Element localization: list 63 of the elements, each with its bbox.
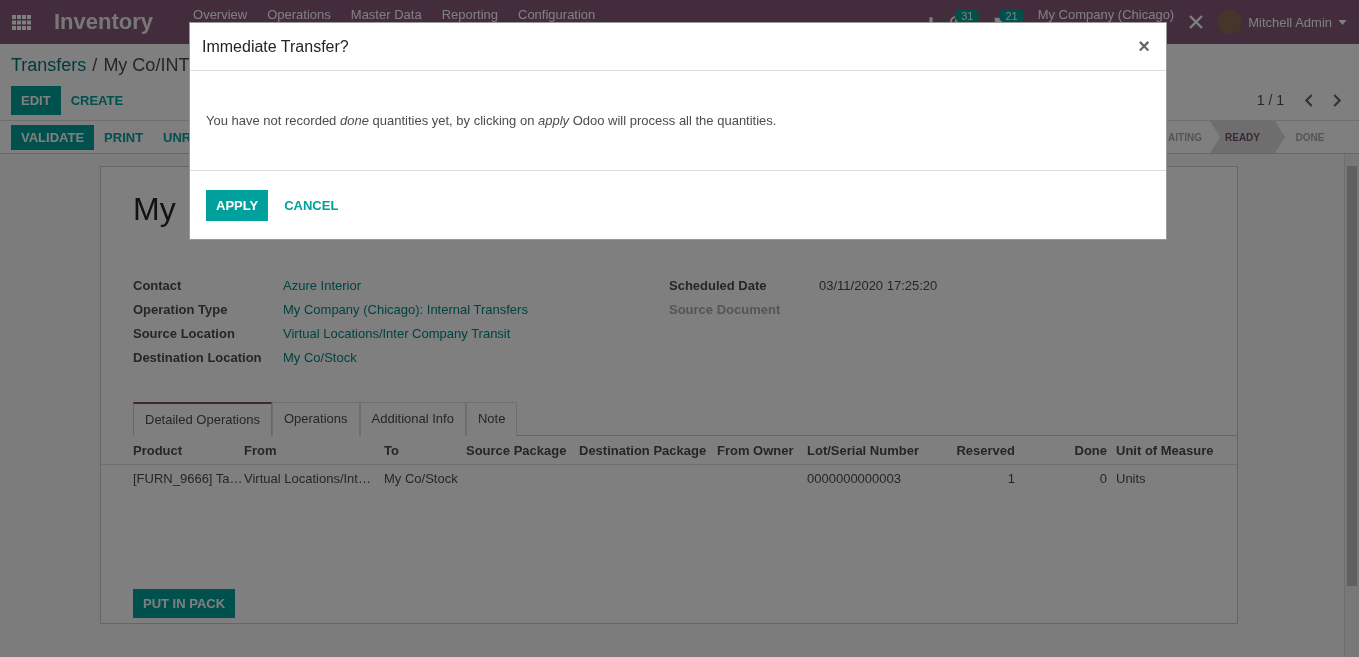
field-label: Source Location <box>133 325 236 341</box>
put-in-pack-button[interactable]: PUT IN PACK <box>133 589 236 618</box>
field-link[interactable]: My Co/Stock <box>283 349 669 365</box>
dialog-message: You have not recorded done quantities yet, by clicking on apply Odoo will process all the quantities. <box>206 113 777 128</box>
table-cell-text: My Co/Stock <box>384 470 459 486</box>
table-cell-text: Units <box>1116 470 1147 486</box>
notification-badge: 21 <box>999 9 1024 23</box>
field-link[interactable]: My Company (Chicago): Internal Transfers <box>283 301 669 317</box>
cancel-button[interactable]: CANCEL <box>274 189 349 221</box>
status-stage[interactable]: READY <box>1210 121 1285 153</box>
scrollbar[interactable] <box>1344 154 1359 657</box>
breadcrumb-current: My Co/INT <box>103 54 190 76</box>
field-label: Operation Type <box>133 301 229 317</box>
action-button[interactable]: VALIDATE <box>11 124 95 150</box>
menu-item[interactable]: Overview <box>193 7 248 22</box>
field-label: Scheduled Date <box>669 277 768 293</box>
table-cell-text: 0 <box>1098 470 1108 486</box>
field-value: 03/11/2020 17:25:20 <box>819 277 939 293</box>
action-button[interactable]: UNR <box>153 124 202 150</box>
company-switcher[interactable]: My Company (Chicago) <box>1037 7 1175 22</box>
column-header[interactable]: Unit of Measure <box>1116 442 1237 458</box>
column-header[interactable]: Done <box>1024 442 1116 458</box>
tab[interactable]: Note <box>465 402 518 436</box>
next-icon[interactable] <box>1333 93 1342 107</box>
user-menu[interactable]: Mitchell Admin <box>1218 10 1347 34</box>
field-label: Contact <box>133 277 183 293</box>
apps-menu-icon[interactable] <box>12 14 32 30</box>
app-title: Inventory <box>54 9 154 35</box>
notification-badge: 31 <box>955 9 980 23</box>
menu-item[interactable]: Reporting <box>441 7 498 22</box>
caret-icon <box>1338 19 1347 25</box>
column-header[interactable]: Destination Package <box>579 442 717 458</box>
field-label: Destination Location <box>133 349 263 365</box>
edit-button[interactable]: EDIT <box>11 85 61 115</box>
menu-item[interactable]: Master Data <box>350 7 422 22</box>
tab[interactable]: Detailed Operations <box>133 402 272 436</box>
create-button[interactable]: CREATE <box>60 85 134 115</box>
column-header[interactable]: Source Package <box>466 442 579 458</box>
field-link[interactable]: Azure Interior <box>283 277 669 293</box>
column-header[interactable]: From <box>244 442 384 458</box>
table-cell: [FURN_9666] Ta… <box>133 470 244 486</box>
column-header[interactable]: Product <box>133 442 244 458</box>
table-cell-text: 1 <box>1006 470 1016 486</box>
column-header[interactable]: To <box>384 442 466 458</box>
table-cell-text: 0000000000003 <box>807 470 902 486</box>
column-header[interactable]: Reserved <box>951 442 1024 458</box>
dialog-title: Immediate Transfer? <box>202 37 349 56</box>
column-header[interactable]: From Owner <box>717 442 807 458</box>
close-button[interactable]: × <box>1134 35 1154 58</box>
tab[interactable]: Additional Info <box>359 402 466 436</box>
breadcrumb-separator: / <box>92 54 98 76</box>
previous-icon[interactable] <box>1304 93 1313 107</box>
tab[interactable]: Operations <box>271 402 360 436</box>
record-title: My <box>133 191 176 229</box>
table-cell-text: Virtual Locations/Int… <box>244 470 372 486</box>
field-link[interactable]: Virtual Locations/Inter Company Transit <box>283 325 669 341</box>
menu-item[interactable]: Operations <box>267 7 331 22</box>
column-header[interactable]: Lot/Serial Number <box>807 442 951 458</box>
breadcrumb-link[interactable]: Transfers <box>11 54 87 76</box>
menu-item[interactable]: Configuration <box>518 7 596 22</box>
apply-button[interactable]: APPLY <box>206 189 269 221</box>
pager-counter: 1 / 1 <box>1256 92 1284 108</box>
action-button[interactable]: PRINT <box>94 124 154 150</box>
